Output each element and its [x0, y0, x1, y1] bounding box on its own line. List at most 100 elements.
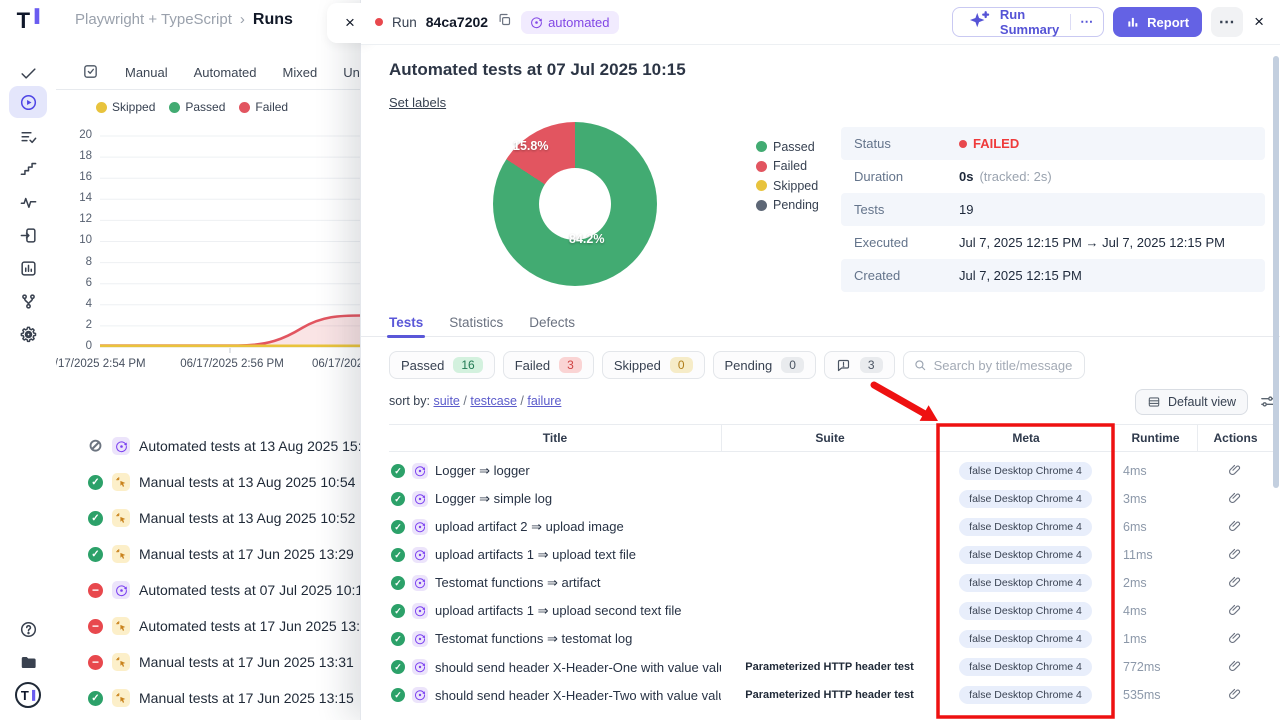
- run-list-item[interactable]: Automated tests at 07 Jul 2025 10:15: [56, 572, 376, 608]
- link-icon[interactable]: [1228, 577, 1242, 592]
- sort-by-suite[interactable]: suite: [433, 394, 459, 408]
- select-runs-icon[interactable]: [82, 63, 99, 83]
- sidebar-item-import[interactable]: [0, 218, 56, 252]
- link-icon[interactable]: [1228, 689, 1242, 704]
- run-list-item[interactable]: Automated tests at 13 Aug 2025 15:53: [56, 428, 376, 464]
- tab-statistics[interactable]: Statistics: [449, 315, 503, 330]
- test-title[interactable]: Logger ⇒ logger: [435, 463, 530, 479]
- close-drawer-button[interactable]: ×: [1252, 12, 1266, 32]
- run-title[interactable]: Manual tests at 17 Jun 2025 13:31: [139, 654, 354, 670]
- link-icon[interactable]: [1228, 549, 1242, 564]
- passed-icon: [88, 475, 103, 490]
- column-suite[interactable]: Suite: [721, 425, 938, 451]
- run-list-item[interactable]: Manual tests at 13 Aug 2025 10:52 from: [56, 500, 376, 536]
- table-row[interactable]: Logger ⇒ simple log false Desktop Chrome…: [389, 485, 1273, 513]
- copy-icon[interactable]: [497, 12, 512, 32]
- run-title[interactable]: Manual tests at 13 Aug 2025 10:54: [139, 474, 355, 490]
- info-row-duration: Duration 0s(tracked: 2s): [841, 160, 1265, 193]
- sort-by-testcase[interactable]: testcase: [470, 394, 517, 408]
- link-icon[interactable]: [1228, 633, 1242, 648]
- column-meta[interactable]: Meta: [938, 425, 1113, 451]
- run-summary-button[interactable]: Run Summary ⋯: [952, 7, 1104, 37]
- sidebar-item-activity[interactable]: [0, 185, 56, 219]
- tab-manual[interactable]: Manual: [125, 65, 168, 80]
- filter-comments[interactable]: 3: [824, 351, 895, 379]
- run-list: Automated tests at 13 Aug 2025 15:53 Man…: [56, 428, 376, 716]
- run-title[interactable]: Automated tests at 07 Jul 2025 10:15: [139, 582, 371, 598]
- test-title[interactable]: upload artifact 2 ⇒ upload image: [435, 519, 624, 535]
- more-actions-button[interactable]: ⋯: [1211, 7, 1243, 37]
- sidebar-item-settings[interactable]: [0, 317, 56, 351]
- run-title[interactable]: Automated tests at 13 Aug 2025 15:53: [139, 438, 377, 454]
- search-input[interactable]: [934, 358, 1075, 373]
- table-row[interactable]: upload artifacts 1 ⇒ upload second text …: [389, 597, 1273, 625]
- test-title[interactable]: Testomat functions ⇒ testomat log: [435, 631, 632, 647]
- filter-skipped[interactable]: Skipped0: [602, 351, 705, 379]
- run-list-item[interactable]: Manual tests at 17 Jun 2025 13:29 from: [56, 536, 376, 572]
- run-list-item[interactable]: Automated tests at 17 Jun 2025 13:30: [56, 608, 376, 644]
- default-view-button[interactable]: Default view: [1135, 389, 1248, 415]
- test-title[interactable]: Logger ⇒ simple log: [435, 491, 552, 507]
- info-row-status: Status FAILED: [841, 127, 1265, 160]
- tab-automated[interactable]: Automated: [194, 65, 257, 80]
- filter-passed[interactable]: Passed16: [389, 351, 495, 379]
- table-row[interactable]: Logger ⇒ logger false Desktop Chrome 4 4…: [389, 457, 1273, 485]
- run-title[interactable]: Automated tests at 17 Jun 2025 13:30: [139, 618, 376, 634]
- sidebar-item-checks[interactable]: [0, 56, 56, 90]
- legend-passed: Passed: [185, 100, 225, 114]
- run-title[interactable]: Manual tests at 17 Jun 2025 13:29: [139, 546, 354, 562]
- close-icon[interactable]: ×: [345, 13, 355, 33]
- sort-by-failure[interactable]: failure: [527, 394, 561, 408]
- filter-failed[interactable]: Failed3: [503, 351, 594, 379]
- app-logo[interactable]: T▐: [0, 8, 56, 34]
- tab-defects[interactable]: Defects: [529, 315, 575, 330]
- automated-icon: [412, 687, 428, 703]
- filter-pending[interactable]: Pending0: [713, 351, 816, 379]
- sidebar-item-help[interactable]: [0, 612, 56, 646]
- sidebar-item-docs[interactable]: [0, 645, 56, 679]
- link-icon[interactable]: [1228, 521, 1242, 536]
- link-icon[interactable]: [1228, 605, 1242, 620]
- run-list-item[interactable]: Manual tests at 17 Jun 2025 13:15 from: [56, 680, 376, 716]
- table-row[interactable]: Testomat functions ⇒ artifact false Desk…: [389, 569, 1273, 597]
- run-list-item[interactable]: Manual tests at 13 Aug 2025 10:54 2: [56, 464, 376, 500]
- breadcrumb-project[interactable]: Playwright + TypeScript: [75, 11, 232, 28]
- y-tick: 14: [60, 192, 92, 204]
- sidebar-item-branches[interactable]: [0, 284, 56, 318]
- sidebar-item-milestones[interactable]: [0, 152, 56, 186]
- x-tick: 06/17/2025 2:54 PM: [56, 358, 146, 370]
- column-actions[interactable]: Actions: [1197, 425, 1273, 451]
- run-list-item[interactable]: Manual tests at 17 Jun 2025 13:31 from: [56, 644, 376, 680]
- link-icon[interactable]: [1228, 661, 1242, 676]
- test-title[interactable]: should send header X-Header-Two with val…: [435, 688, 721, 703]
- link-icon[interactable]: [1228, 493, 1242, 508]
- run-title[interactable]: Manual tests at 13 Aug 2025 10:52: [139, 510, 355, 526]
- test-title[interactable]: should send header X-Header-One with val…: [435, 660, 721, 675]
- sidebar-item-testcases[interactable]: [0, 120, 56, 154]
- tab-mixed[interactable]: Mixed: [283, 65, 318, 80]
- table-row[interactable]: Testomat functions ⇒ testomat log false …: [389, 625, 1273, 653]
- table-row[interactable]: should send header X-Header-Two with val…: [389, 681, 1273, 709]
- column-runtime[interactable]: Runtime: [1113, 425, 1197, 451]
- table-row[interactable]: should send header X-Header-One with val…: [389, 653, 1273, 681]
- test-title[interactable]: upload artifacts 1 ⇒ upload text file: [435, 547, 636, 563]
- set-labels-link[interactable]: Set labels: [389, 95, 446, 110]
- y-tick: 20: [60, 129, 92, 141]
- run-summary-more[interactable]: ⋯: [1070, 14, 1103, 30]
- user-avatar[interactable]: T▐: [0, 678, 56, 712]
- sidebar-item-runs[interactable]: [9, 86, 47, 118]
- search-box[interactable]: [903, 351, 1085, 379]
- run-title[interactable]: Manual tests at 17 Jun 2025 13:15: [139, 690, 354, 706]
- link-icon[interactable]: [1228, 465, 1242, 480]
- sidebar-item-analytics[interactable]: [0, 251, 56, 285]
- test-title[interactable]: upload artifacts 1 ⇒ upload second text …: [435, 603, 682, 619]
- test-title[interactable]: Testomat functions ⇒ artifact: [435, 575, 601, 591]
- automated-icon: [412, 547, 428, 563]
- run-detail-drawer: × Run 84ca7202 automated Run Summary ⋯ R…: [360, 0, 1280, 720]
- table-row[interactable]: upload artifact 2 ⇒ upload image false D…: [389, 513, 1273, 541]
- tab-tests[interactable]: Tests: [389, 315, 423, 330]
- report-button[interactable]: Report: [1113, 7, 1202, 37]
- column-title[interactable]: Title: [389, 425, 721, 451]
- vertical-scrollbar[interactable]: [1273, 56, 1279, 488]
- table-row[interactable]: upload artifacts 1 ⇒ upload text file fa…: [389, 541, 1273, 569]
